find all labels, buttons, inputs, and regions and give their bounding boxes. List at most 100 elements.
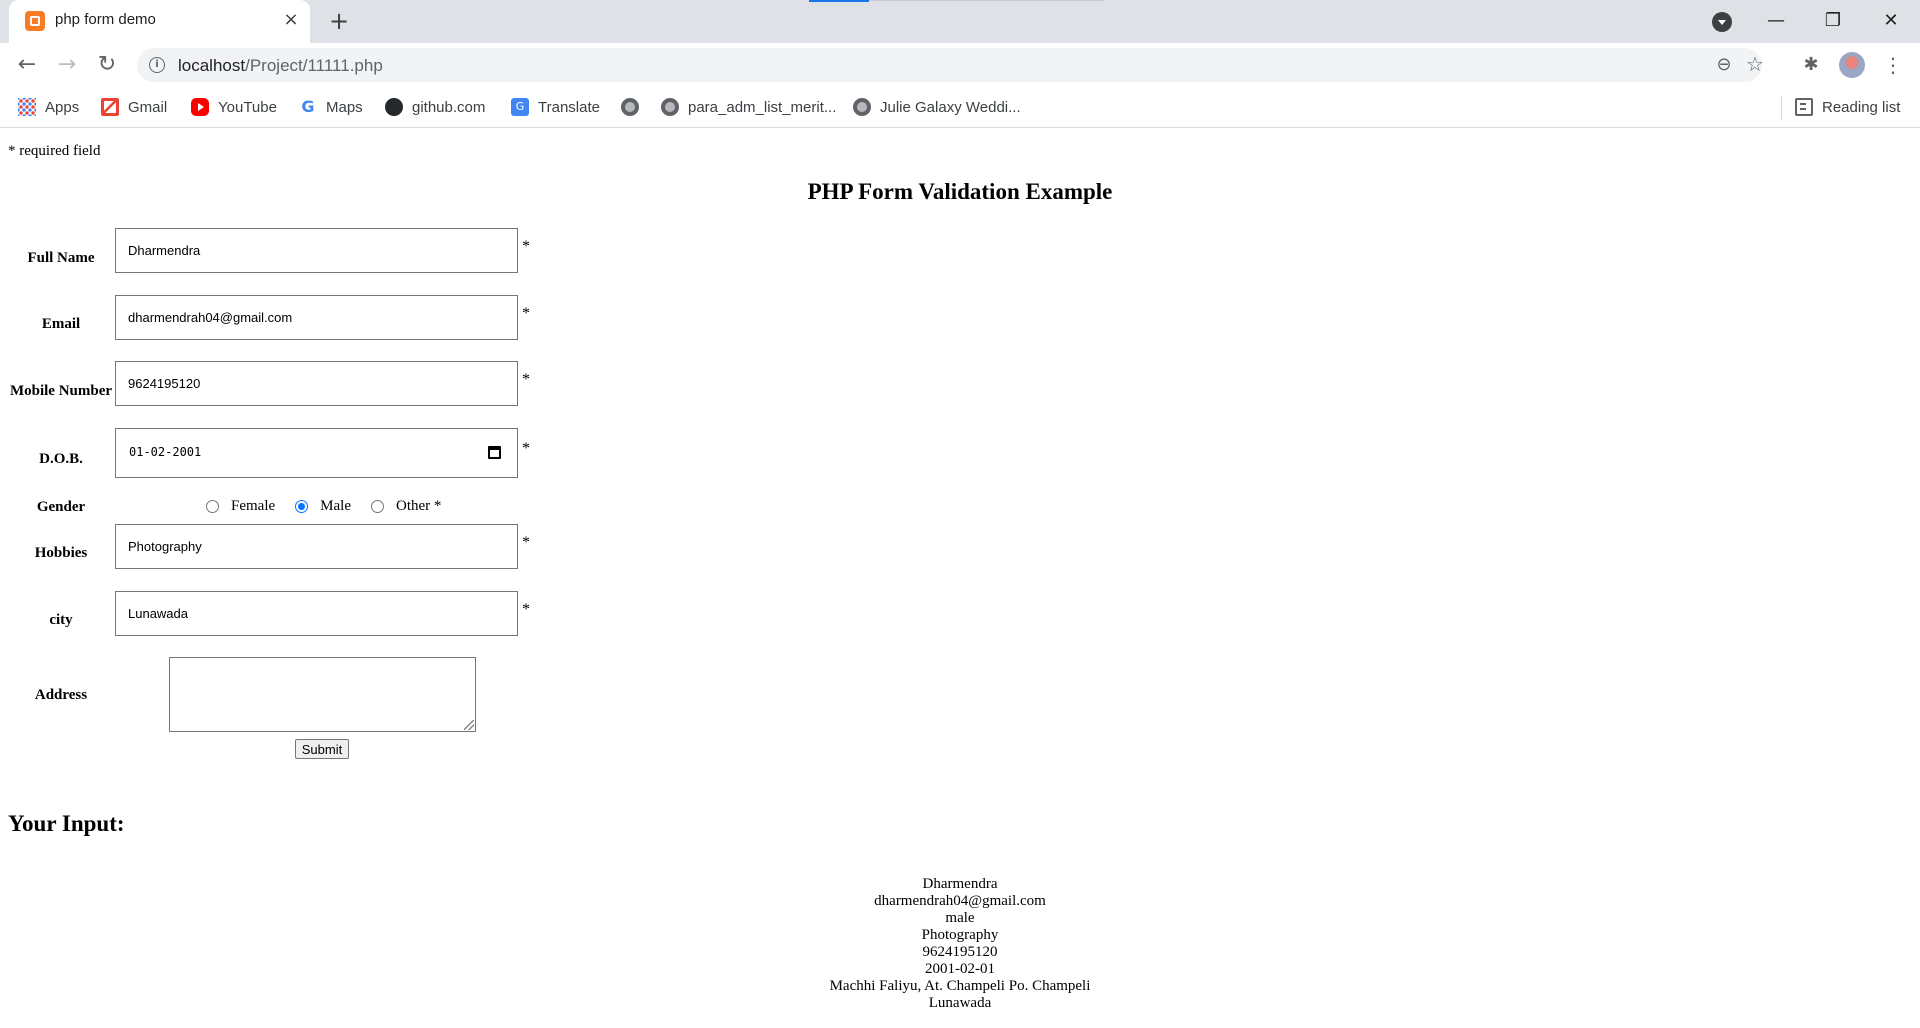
city-label: city [49,612,73,628]
output-line: Machhi Faliyu, At. Champeli Po. Champeli [829,978,1091,994]
extensions-puzzle-icon[interactable]: ✱ [1800,54,1822,76]
reading-list-icon [1795,98,1813,116]
city-input[interactable] [115,591,518,636]
bookmark-gmail[interactable]: Gmail [101,94,167,120]
hobbies-input[interactable] [115,524,518,569]
address-bar[interactable]: i localhost/Project/11111.php ⊖ ☆ [137,48,1764,82]
bookmark-label: para_adm_list_merit... [688,98,837,116]
new-tab-icon[interactable]: + [325,8,353,36]
browser-menu-icon[interactable]: ⋮ [1883,52,1903,78]
profile-avatar[interactable] [1839,52,1865,78]
submit-button[interactable]: Submit [295,739,349,759]
bookmark-youtube[interactable]: YouTube [191,94,277,120]
full-name-input[interactable] [115,228,518,273]
bookmark-label: Maps [326,98,363,116]
required-mark: * [522,440,530,457]
window-close-icon[interactable]: ✕ [1868,6,1914,36]
output-list: Dharmendra dharmendrah04@gmail.com male … [0,876,1920,1012]
youtube-icon [191,98,209,116]
required-field-note: * required field [8,143,101,159]
reading-list-button[interactable]: Reading list [1795,94,1900,120]
google-maps-icon: G [301,97,315,116]
output-line: Dharmendra [922,876,998,892]
textarea-resize-handle[interactable] [464,720,474,730]
gender-other-label: Other * [395,497,442,514]
translate-icon: G [511,98,529,116]
bookmark-translate[interactable]: G Translate [511,94,600,120]
gender-other-radio[interactable] [370,499,384,513]
tab-search-icon[interactable] [1712,12,1732,32]
reading-list-label: Reading list [1822,98,1901,116]
bookmark-apps[interactable]: Apps [18,94,79,120]
bookmark-github[interactable]: github.com [385,94,485,120]
bookmark-label: Apps [45,98,80,116]
email-label: Email [41,316,81,332]
bookmark-star-icon[interactable]: ☆ [1744,53,1766,75]
page-title: PHP Form Validation Example [807,179,1113,204]
bookmark-label: Gmail [128,98,168,116]
output-line: 2001-02-01 [925,961,995,977]
bookmarks-divider [1781,96,1782,120]
output-line: Photography [921,927,999,943]
url-path: /Project/11111.php [245,56,383,75]
gender-label: Gender [36,499,86,515]
mobile-number-input[interactable] [115,361,518,406]
gender-male-label: Male [320,497,351,514]
url-text[interactable]: localhost/Project/11111.php [178,56,383,76]
browser-tab-active[interactable]: php form demo × [9,0,310,43]
browser-toolbar: ← → ↻ i localhost/Project/11111.php ⊖ ☆ … [0,43,1920,86]
minimize-icon[interactable]: — [1753,6,1799,36]
apps-grid-icon [18,98,36,116]
output-line: dharmendrah04@gmail.com [874,893,1046,909]
gender-radio-group: Female Male Other * [206,496,441,516]
back-icon[interactable]: ← [12,50,42,80]
xampp-favicon-icon [25,11,45,31]
tab-close-icon[interactable]: × [279,8,303,32]
required-mark: * [522,238,530,255]
restore-icon[interactable]: ❐ [1810,6,1856,36]
dob-label: D.O.B. [39,451,83,467]
output-heading: Your Input: [8,811,125,836]
address-textarea[interactable] [169,657,476,732]
required-mark: * [522,305,530,322]
output-line: 9624195120 [922,944,998,960]
bookmark-label: Julie Galaxy Weddi... [880,98,1021,116]
bookmarks-bar: Apps Gmail YouTube G Maps github.com G T… [0,86,1920,128]
zoom-icon[interactable]: ⊖ [1713,54,1735,76]
gender-male-radio[interactable] [295,499,309,513]
gender-female-radio[interactable] [206,499,219,513]
required-mark: * [522,601,530,618]
tabstrip-divider [869,0,1105,1]
dob-date-input[interactable]: 01-02-2001 [115,428,518,478]
calendar-icon[interactable] [488,446,501,459]
reload-icon[interactable]: ↻ [92,50,122,80]
globe-icon [661,98,679,116]
required-mark: * [522,371,530,388]
bookmark-label: Translate [538,98,600,116]
url-host: localhost [178,56,246,75]
page-content: * required field PHP Form Validation Exa… [0,129,1920,1028]
globe-icon [853,98,871,116]
bookmark-globe[interactable] [621,94,648,120]
tabstrip-accent-line [809,0,869,2]
address-label: Address [34,687,88,703]
site-info-icon[interactable]: i [149,57,165,73]
full-name-label: Full Name [27,250,95,266]
email-input[interactable] [115,295,518,340]
hobbies-label: Hobbies [34,545,88,561]
github-icon [385,98,403,116]
mobile-number-label: Mobile Number [9,383,113,399]
globe-icon [621,98,639,116]
gmail-icon [101,98,119,116]
bookmark-label: YouTube [218,98,277,116]
forward-icon[interactable]: → [52,50,82,80]
tab-strip: php form demo × + — ❐ ✕ [0,0,1920,43]
tab-title: php form demo [55,11,156,28]
output-line: Lunawada [928,995,992,1011]
bookmark-label: github.com [412,98,486,116]
bookmark-julie-galaxy[interactable]: Julie Galaxy Weddi... [853,94,1021,120]
dob-value: 01-02-2001 [129,445,202,459]
required-mark: * [522,534,530,551]
bookmark-para-adm[interactable]: para_adm_list_merit... [661,94,836,120]
bookmark-maps[interactable]: G Maps [299,94,363,120]
